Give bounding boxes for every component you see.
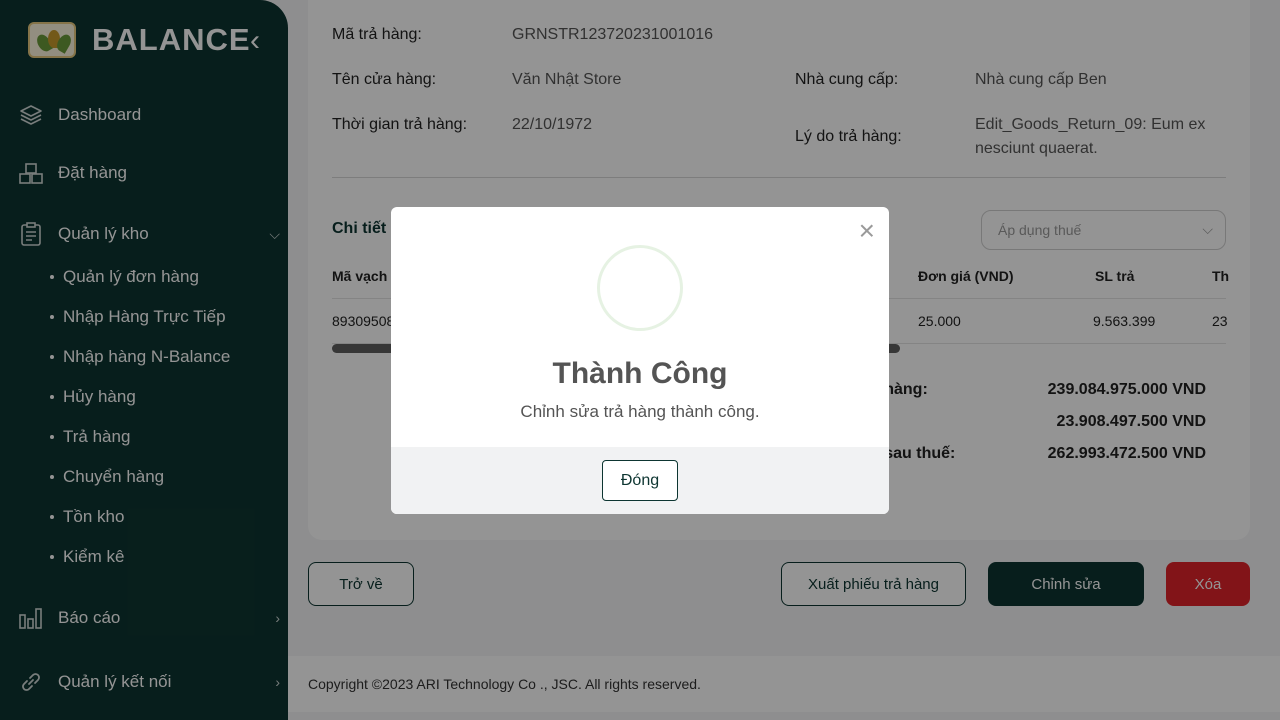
- modal-title: Thành Công: [552, 357, 728, 390]
- modal-footer: Đóng: [391, 447, 889, 514]
- close-icon[interactable]: ×: [859, 217, 875, 245]
- modal-message: Chỉnh sửa trả hàng thành công.: [520, 402, 760, 421]
- close-button[interactable]: Đóng: [602, 460, 678, 501]
- success-icon: [597, 245, 683, 331]
- success-modal: × Thành Công Chỉnh sửa trả hàng thành cô…: [391, 207, 889, 514]
